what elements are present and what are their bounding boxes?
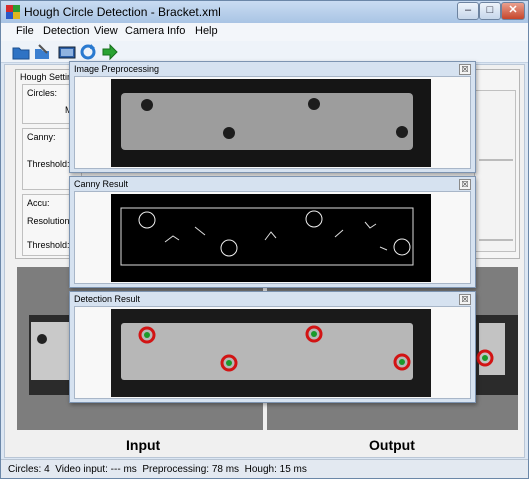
- detection-close-icon[interactable]: ☒: [459, 294, 471, 305]
- canny-slider[interactable]: [479, 159, 513, 161]
- canny-title: Canny Result: [74, 179, 129, 189]
- status-hough-value: 15 ms: [279, 464, 307, 475]
- save-icon[interactable]: [33, 43, 51, 61]
- menu-bar: File Detection View Camera Info Help: [1, 23, 528, 41]
- detection-window[interactable]: Detection Result ☒: [69, 291, 476, 403]
- detection-title: Detection Result: [74, 294, 141, 304]
- accu-threshold-label: Threshold:: [27, 240, 70, 250]
- output-caption: Output: [369, 437, 415, 453]
- menu-info[interactable]: Info: [167, 25, 185, 37]
- input-caption: Input: [126, 437, 161, 453]
- status-video-label: Video input:: [55, 464, 108, 475]
- accu-label: Accu:: [27, 198, 50, 208]
- preprocessing-title: Image Preprocessing: [74, 64, 160, 74]
- circles-label: Circles:: [27, 88, 58, 98]
- menu-view[interactable]: View: [94, 25, 118, 37]
- run-arrow-icon[interactable]: [101, 43, 119, 61]
- preprocessing-window[interactable]: Image Preprocessing ☒: [69, 61, 476, 173]
- status-hough-label: Hough:: [244, 464, 277, 475]
- toolbar: [1, 41, 528, 63]
- menu-camera[interactable]: Camera: [125, 25, 164, 37]
- app-icon: [6, 5, 20, 19]
- minimize-button[interactable]: –: [457, 2, 479, 20]
- menu-file[interactable]: File: [16, 25, 34, 37]
- canny-window[interactable]: Canny Result ☒: [69, 176, 476, 288]
- status-preproc-value: 78 ms: [211, 464, 240, 475]
- status-circles-value: 4: [44, 464, 50, 475]
- menu-help[interactable]: Help: [195, 25, 218, 37]
- status-bar: Circles: 4 Video input: --- ms Preproces…: [1, 459, 528, 478]
- close-button[interactable]: ✕: [501, 2, 525, 20]
- title-bar[interactable]: Hough Circle Detection - Bracket.xml – □…: [1, 1, 528, 23]
- canny-label: Canny:: [27, 132, 56, 142]
- main-window: Hough Circle Detection - Bracket.xml – □…: [0, 0, 529, 479]
- menu-detection[interactable]: Detection: [43, 25, 89, 37]
- canny-image-area: [74, 191, 471, 284]
- accu-slider[interactable]: [479, 239, 513, 241]
- preprocessing-image-area: [74, 76, 471, 169]
- detection-image-area: [74, 306, 471, 399]
- preprocessing-close-icon[interactable]: ☒: [459, 64, 471, 75]
- right-controls: [474, 90, 516, 252]
- canny-close-icon[interactable]: ☒: [459, 179, 471, 190]
- window-title: Hough Circle Detection - Bracket.xml: [24, 5, 221, 19]
- status-preproc-label: Preprocessing:: [142, 464, 210, 475]
- open-icon[interactable]: [12, 43, 30, 61]
- status-circles-label: Circles:: [8, 464, 42, 475]
- maximize-button[interactable]: □: [479, 2, 501, 20]
- refresh-icon[interactable]: [79, 43, 97, 61]
- resolution-label: Resolution:: [27, 216, 73, 226]
- status-video-value: --- ms: [110, 464, 137, 475]
- camera-icon[interactable]: [58, 43, 76, 61]
- canny-threshold-label: Threshold:: [27, 159, 70, 169]
